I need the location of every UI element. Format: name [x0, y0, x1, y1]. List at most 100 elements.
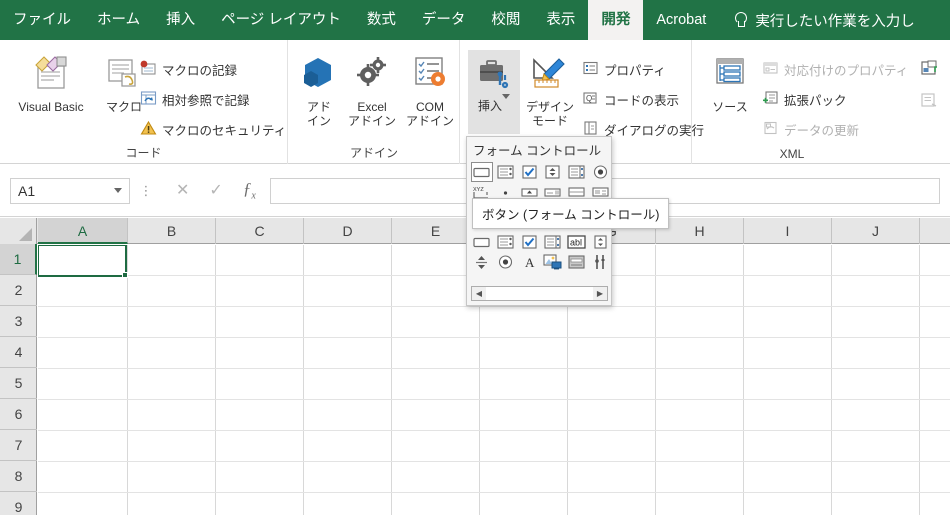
view-code-item[interactable]: Q コードの表示 — [582, 90, 679, 109]
row-header-8[interactable]: 8 — [0, 461, 37, 492]
design-mode-label-line2: モード — [531, 114, 568, 128]
addins-button[interactable]: アド イン — [296, 54, 342, 128]
tab-8[interactable]: 開発 — [588, 0, 644, 40]
grid-vline — [831, 245, 832, 515]
fill-handle[interactable] — [122, 272, 128, 278]
activex-textbox-icon[interactable]: abl — [566, 232, 588, 252]
row-header-9[interactable]: 9 — [0, 492, 37, 515]
record-macro-icon — [140, 60, 157, 79]
properties-item[interactable]: プロパティ — [582, 60, 666, 79]
excel-addins-icon — [344, 54, 400, 97]
export-xml-icon — [920, 92, 939, 112]
addins-group-label: アドイン — [349, 146, 398, 160]
activex-togglebutton-icon[interactable] — [566, 252, 588, 272]
activex-scrollbar-icon[interactable] — [471, 252, 493, 272]
column-header-i[interactable]: I — [744, 218, 832, 244]
name-box[interactable]: A1 — [10, 177, 130, 204]
activex-checkbox-icon[interactable] — [518, 232, 540, 252]
xml-source-icon — [702, 54, 758, 97]
gallery-scrollbar[interactable]: ◀ ▶ — [471, 286, 608, 301]
import-xml-item[interactable] — [920, 60, 939, 80]
form-listbox-icon[interactable] — [566, 162, 588, 182]
tell-me-search[interactable]: 実行したい作業を入力し — [719, 0, 915, 40]
com-addins-icon — [402, 54, 458, 97]
refresh-data-label: データの更新 — [784, 124, 860, 138]
activex-commandbutton-icon[interactable] — [471, 232, 493, 252]
activex-morecontrols-icon[interactable] — [589, 252, 611, 272]
selected-cell-a1[interactable] — [38, 245, 127, 277]
macro-security-label: マクロのセキュリティ — [162, 124, 287, 138]
excel-addins-button[interactable]: Excel アドイン — [344, 54, 400, 128]
tab-2[interactable]: 挿入 — [153, 0, 208, 40]
formula-bar-handle[interactable]: ⋮ — [136, 184, 156, 197]
select-all-corner[interactable] — [0, 218, 37, 244]
tab-0[interactable]: ファイル — [0, 0, 84, 40]
form-spinner-icon[interactable] — [542, 162, 564, 182]
column-header-d[interactable]: D — [304, 218, 392, 244]
check-icon[interactable]: ✓ — [209, 180, 222, 200]
column-header-a[interactable]: A — [38, 218, 128, 244]
excel-addins-label-line1: Excel — [357, 100, 387, 114]
activex-combobox-icon[interactable] — [495, 232, 517, 252]
visual-basic-button[interactable]: Visual Basic — [6, 54, 96, 114]
grid-vline — [127, 245, 128, 515]
grid-hline — [38, 306, 950, 307]
column-header-b[interactable]: B — [128, 218, 216, 244]
chevron-down-icon[interactable] — [114, 188, 122, 193]
row-header-5[interactable]: 5 — [0, 368, 37, 399]
grid-hline — [38, 461, 950, 462]
activex-spinbutton-icon[interactable] — [589, 232, 611, 252]
insert-control-label: 挿入 — [477, 99, 502, 113]
row-header-3[interactable]: 3 — [0, 306, 37, 337]
run-dialog-label: ダイアログの実行 — [604, 124, 705, 138]
row-header-2[interactable]: 2 — [0, 275, 37, 306]
export-xml-item[interactable] — [920, 92, 939, 112]
grid-hline — [38, 430, 950, 431]
com-addins-button[interactable]: COM アドイン — [402, 54, 458, 128]
tab-6[interactable]: 校閲 — [478, 0, 533, 40]
grid-hline — [38, 399, 950, 400]
activex-label-icon[interactable]: A — [518, 252, 540, 272]
row-header-1[interactable]: 1 — [0, 244, 37, 275]
activex-image-icon[interactable] — [542, 252, 564, 272]
chevron-down-icon[interactable] — [502, 94, 510, 113]
relative-reference-item[interactable]: 相対参照で記録 — [140, 90, 250, 109]
row-header-4[interactable]: 4 — [0, 337, 37, 368]
row-header-7[interactable]: 7 — [0, 430, 37, 461]
design-mode-button[interactable]: デザイン モード — [522, 54, 578, 128]
ribbon-tab-bar: ファイル ホーム 挿入 ページ レイアウト 数式 データ 校閲 表示 開発 Acrobat 実行し… — [0, 0, 950, 40]
activex-optionbutton-icon[interactable] — [495, 252, 517, 272]
form-button-icon[interactable] — [471, 162, 493, 182]
expansion-packs-item[interactable]: 拡張パック — [762, 90, 847, 109]
activex-listbox-icon[interactable] — [542, 232, 564, 252]
refresh-data-item[interactable]: データの更新 — [762, 120, 859, 139]
triangle-right-icon[interactable]: ▶ — [593, 287, 607, 300]
grid-hline — [38, 492, 950, 493]
tab-4[interactable]: 数式 — [354, 0, 409, 40]
grid-vline — [919, 245, 920, 515]
addins-label-line1: アド — [306, 100, 331, 114]
form-optionbutton-icon[interactable] — [589, 162, 611, 182]
macro-security-item[interactable]: マクロのセキュリティ — [140, 120, 286, 139]
xml-source-button[interactable]: ソース — [702, 54, 758, 114]
addins-icon — [296, 54, 342, 97]
tab-5[interactable]: データ — [409, 0, 479, 40]
column-header-j[interactable]: J — [832, 218, 920, 244]
form-combobox-icon[interactable] — [495, 162, 517, 182]
ribbon-group-addins: アド イン Excel アドイン COM アドイン アドイン — [288, 40, 460, 164]
map-properties-item[interactable]: 対応付けのプロパティ — [762, 60, 908, 79]
triangle-left-icon[interactable]: ◀ — [472, 287, 486, 300]
svg-text:Q: Q — [586, 94, 592, 103]
tab-1[interactable]: ホーム — [84, 0, 153, 40]
gallery-section-title-0: フォーム コントロール — [467, 137, 611, 162]
close-icon[interactable]: ✕ — [176, 180, 189, 200]
fx-icon[interactable]: ƒx — [243, 179, 256, 201]
tab-7[interactable]: 表示 — [533, 0, 588, 40]
tab-9[interactable]: Acrobat — [643, 0, 719, 40]
column-header-c[interactable]: C — [216, 218, 304, 244]
tab-3[interactable]: ページ レイアウト — [208, 0, 354, 40]
insert-control-button[interactable]: 挿入 — [468, 50, 520, 134]
row-header-6[interactable]: 6 — [0, 399, 37, 430]
record-macro-item[interactable]: マクロの記録 — [140, 60, 237, 79]
form-checkbox-icon[interactable] — [518, 162, 540, 182]
